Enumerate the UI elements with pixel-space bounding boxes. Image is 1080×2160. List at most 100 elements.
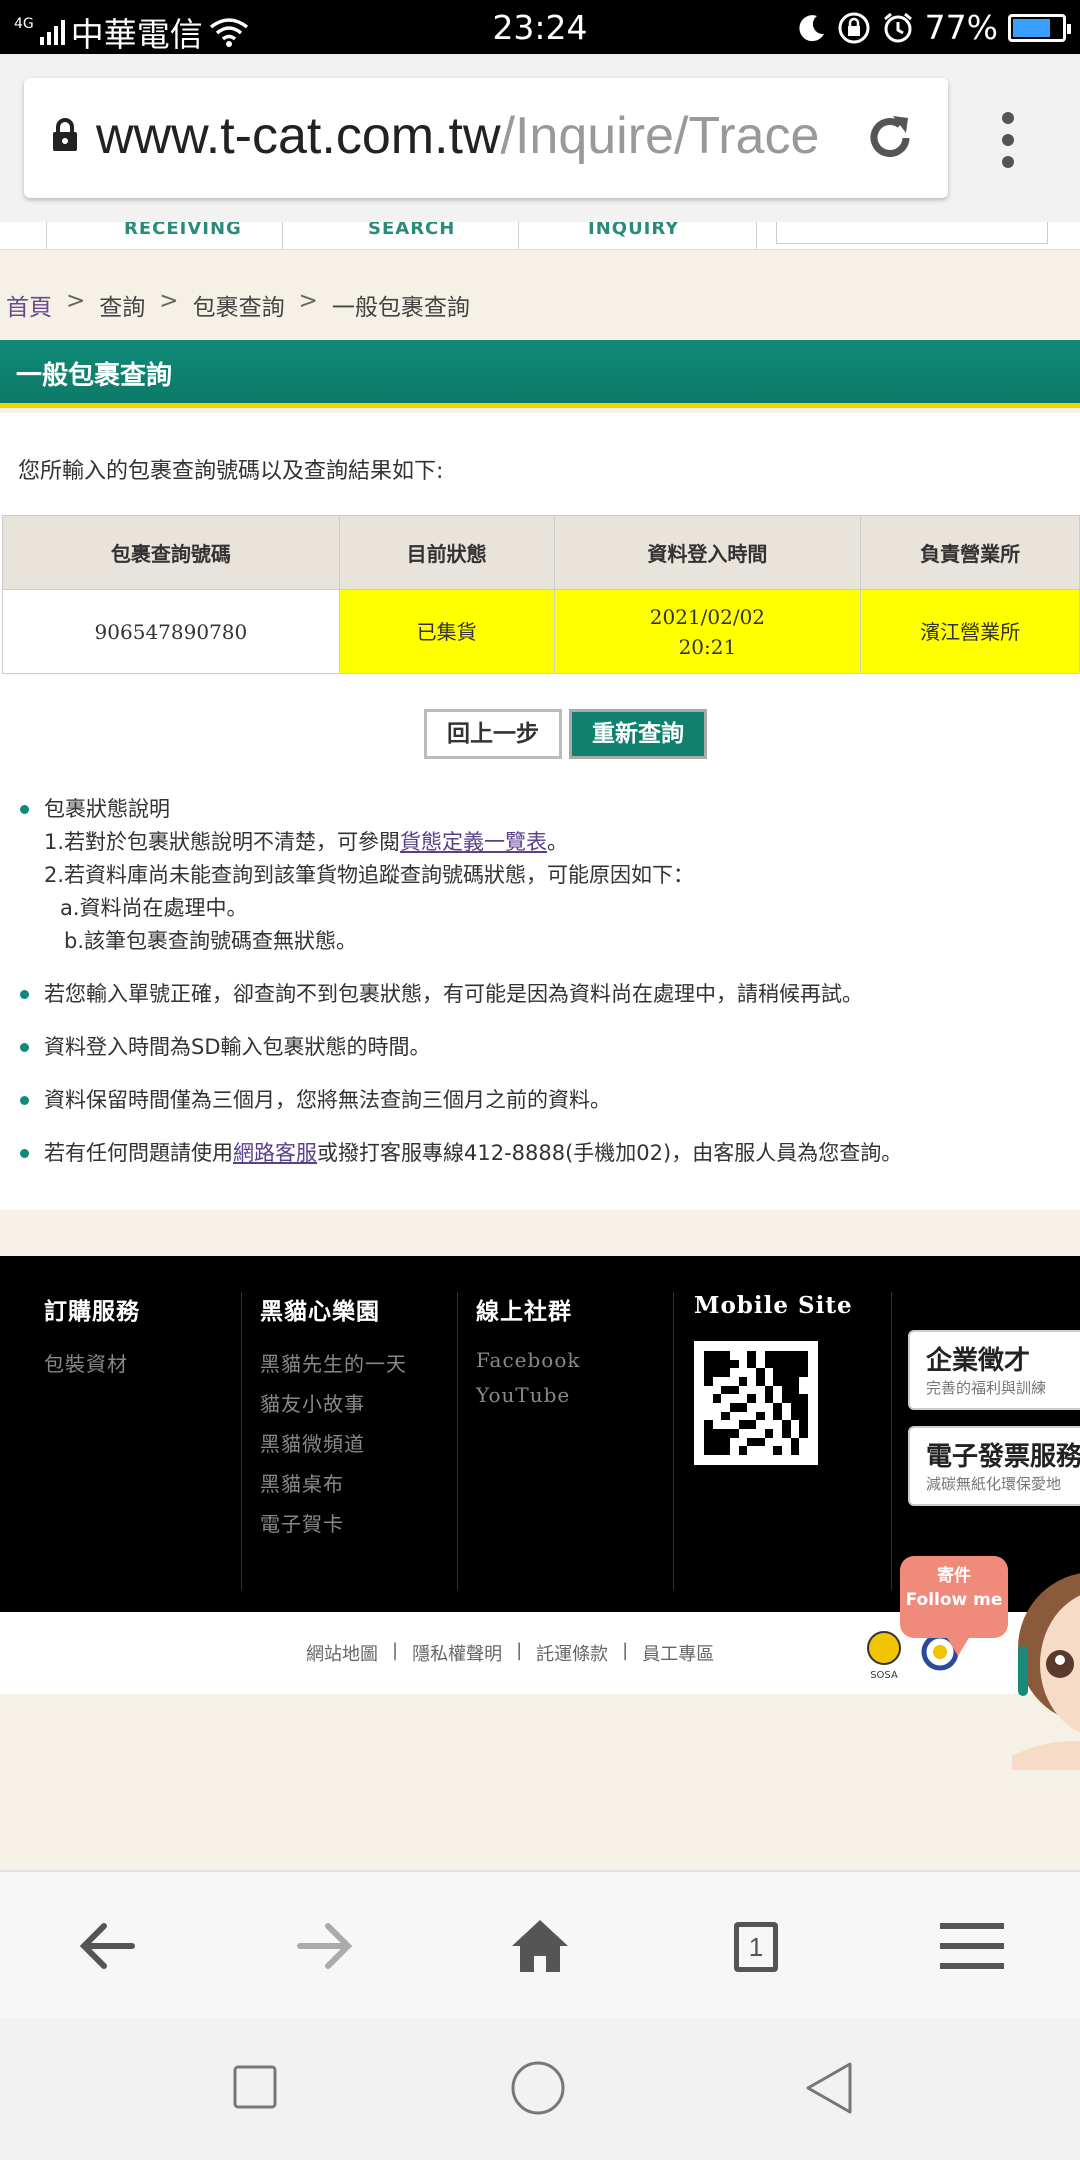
cell-office: 濱江營業所 <box>860 589 1080 674</box>
youtube-link[interactable]: YouTube <box>476 1383 673 1407</box>
bullet-icon <box>20 1043 29 1052</box>
bullet-icon <box>20 990 29 999</box>
note-retention: 資料保留時間僅為三個月，您將無法查詢三個月之前的資料。 <box>44 1088 611 1112</box>
status-line1-prefix: 1.若對於包裹狀態說明不清楚，可參閱 <box>44 830 401 854</box>
nav-item-inquiry[interactable]: INQUIRY <box>588 222 679 239</box>
site-nav: RECEIVING SEARCH INQUIRY <box>0 222 1080 250</box>
header-office: 負責營業所 <box>860 515 1080 590</box>
follow-line1: 寄件 <box>937 1566 971 1586</box>
status-bar: 4G 中華電信 23:24 77% <box>0 0 1080 54</box>
breadcrumb: 首頁 > 查詢 > 包裹查詢 > 一般包裹查詢 <box>6 288 470 322</box>
lock-icon <box>53 118 77 151</box>
footer-bottom-links: 網站地圖 | 隱私權聲明 | 託運條款 | 員工專區 <box>306 1640 715 1666</box>
more-menu-icon[interactable] <box>1002 112 1016 168</box>
careers-title: 企業徵才 <box>926 1346 1031 1376</box>
list-item: 資料保留時間僅為三個月，您將無法查詢三個月之前的資料。 <box>20 1084 1060 1117</box>
breadcrumb-inquiry[interactable]: 查詢 <box>99 288 145 322</box>
note-contact: 若有任何問題請使用網路客服或撥打客服專線412-8888(手機加02)，由客服人… <box>44 1141 902 1165</box>
privacy-link[interactable]: 隱私權聲明 <box>412 1640 502 1666</box>
einvoice-banner[interactable]: 電子發票服務 減碳無紙化環保愛地 <box>908 1426 1080 1506</box>
battery-percent: 77% <box>924 8 998 47</box>
browser-toolbar-top: www.t-cat.com.tw/Inquire/Trace <box>0 54 1080 222</box>
breadcrumb-home[interactable]: 首頁 <box>6 288 52 322</box>
footer-col-order: 訂購服務 包裝資材 <box>24 1292 242 1590</box>
table-header-row: 包裹查詢號碼 目前狀態 資料登入時間 負責營業所 <box>2 515 1080 590</box>
status-line2: 2.若資料庫尚未能查詢到該筆貨物追蹤查詢號碼狀態，可能原因如下： <box>44 863 695 887</box>
browser-toolbar-bottom: 1 <box>0 1870 1080 2018</box>
recents-icon[interactable] <box>232 2064 278 2110</box>
header-tracking-no: 包裹查詢號碼 <box>2 515 340 590</box>
cell-login-time: 2021/02/02 20:21 <box>553 589 862 674</box>
bullet-icon <box>20 805 29 814</box>
mascot-avatar[interactable] <box>1012 1556 1080 1770</box>
status-line1: 1.若對於包裹狀態說明不清楚，可參閱貨態定義一覽表。 <box>44 826 1060 859</box>
status-definition-link[interactable]: 貨態定義一覽表 <box>400 830 547 854</box>
cell-time: 20:21 <box>678 634 737 659</box>
footer-link[interactable]: 電子賀卡 <box>260 1508 457 1537</box>
forward-arrow-icon[interactable] <box>292 1914 356 1978</box>
back-arrow-icon[interactable] <box>76 1914 140 1978</box>
intro-text: 您所輸入的包裹查詢號碼以及查詢結果如下: <box>18 459 444 484</box>
footer-col-mobile: Mobile Site <box>674 1292 892 1590</box>
list-item: 若您輸入單號正確，卻查詢不到包裹狀態，有可能是因為資料尚在處理中，請稍候再試。 <box>20 978 1060 1011</box>
moon-icon <box>799 14 824 41</box>
note-contact-suffix: 或撥打客服專線412-8888(手機加02)，由客服人員為您查詢。 <box>317 1141 903 1165</box>
site-search-input[interactable] <box>776 222 1048 244</box>
alarm-icon <box>883 12 912 42</box>
footer-col-title: 訂購服務 <box>44 1298 140 1325</box>
list-item: 若有任何問題請使用網路客服或撥打客服專線412-8888(手機加02)，由客服人… <box>20 1137 1060 1170</box>
address-bar[interactable]: www.t-cat.com.tw/Inquire/Trace <box>24 78 948 198</box>
requery-button[interactable]: 重新查詢 <box>569 709 707 759</box>
cell-date: 2021/02/02 <box>649 604 766 629</box>
einvoice-subtitle: 減碳無紙化環保愛地 <box>926 1475 1062 1493</box>
footer-col-title: Mobile Site <box>694 1292 853 1319</box>
footer-link[interactable]: 黑貓先生的一天 <box>260 1348 457 1377</box>
breadcrumb-parcel-inquiry[interactable]: 包裹查詢 <box>193 288 285 322</box>
footer-col-fun: 黑貓心樂園 黑貓先生的一天 貓友小故事 黑貓微頻道 黑貓桌布 電子賀卡 <box>242 1292 458 1590</box>
status-title: 包裹狀態說明 <box>44 797 170 821</box>
home-circle-icon[interactable] <box>510 2060 566 2116</box>
nav-item-receiving[interactable]: RECEIVING <box>124 222 242 239</box>
back-triangle-icon[interactable] <box>804 2060 854 2116</box>
staff-link[interactable]: 員工專區 <box>642 1640 714 1666</box>
system-nav-bar <box>0 2018 1080 2160</box>
follow-line2: Follow me <box>905 1590 1003 1610</box>
facebook-link[interactable]: Facebook <box>476 1348 673 1372</box>
breadcrumb-current: 一般包裹查詢 <box>331 295 470 321</box>
footer-link[interactable]: 黑貓微頻道 <box>260 1428 457 1457</box>
nav-item-search[interactable]: SEARCH <box>368 222 455 239</box>
bullet-icon <box>20 1096 29 1105</box>
rotation-lock-icon <box>838 12 870 43</box>
list-item: 資料登入時間為SD輸入包裹狀態的時間。 <box>20 1031 1060 1064</box>
sitemap-link[interactable]: 網站地圖 <box>306 1640 378 1666</box>
home-icon[interactable] <box>508 1914 572 1978</box>
tabs-button[interactable]: 1 <box>724 1914 788 1978</box>
footer-col-title: 黑貓心樂園 <box>260 1298 380 1325</box>
page-title: 一般包裹查詢 <box>16 361 173 391</box>
hamburger-menu-icon[interactable] <box>940 1914 1004 1978</box>
header-login-time: 資料登入時間 <box>553 515 862 590</box>
breadcrumb-separator: > <box>298 288 318 314</box>
reload-icon[interactable] <box>860 108 920 168</box>
status-right: 77% <box>795 8 1071 47</box>
footer-col-social: 線上社群 Facebook YouTube <box>458 1292 674 1590</box>
table-row: 906547890780 已集貨 2021/02/02 20:21 濱江營業所 <box>2 589 1080 674</box>
notes-list: 包裹狀態說明 1.若對於包裹狀態說明不清楚，可參閱貨態定義一覽表。 2.若資料庫… <box>20 793 1060 1190</box>
result-table: 包裹查詢號碼 目前狀態 資料登入時間 負責營業所 906547890780 已集… <box>2 515 1080 674</box>
url-path: /Inquire/Trace <box>500 107 820 165</box>
online-service-link[interactable]: 網路客服 <box>233 1141 317 1165</box>
qr-code[interactable] <box>694 1341 818 1465</box>
header-status: 目前狀態 <box>338 515 555 590</box>
back-button[interactable]: 回上一步 <box>424 709 562 759</box>
careers-banner[interactable]: 企業徵才 完善的福利與訓練 <box>908 1330 1080 1410</box>
footer-link[interactable]: 包裝資材 <box>44 1348 241 1377</box>
footer-link[interactable]: 貓友小故事 <box>260 1388 457 1417</box>
url-text[interactable]: www.t-cat.com.tw/Inquire/Trace <box>96 106 856 168</box>
note-contact-prefix: 若有任何問題請使用 <box>44 1141 233 1165</box>
url-domain: www.t-cat.com.tw <box>96 107 501 165</box>
footer-link[interactable]: 黑貓桌布 <box>260 1468 457 1497</box>
follow-me-bubble[interactable]: 寄件 Follow me <box>900 1556 1008 1656</box>
terms-link[interactable]: 託運條款 <box>536 1640 608 1666</box>
note-login-time: 資料登入時間為SD輸入包裹狀態的時間。 <box>44 1035 431 1059</box>
main-content: 您所輸入的包裹查詢號碼以及查詢結果如下: 包裹查詢號碼 目前狀態 資料登入時間 … <box>0 413 1080 1210</box>
